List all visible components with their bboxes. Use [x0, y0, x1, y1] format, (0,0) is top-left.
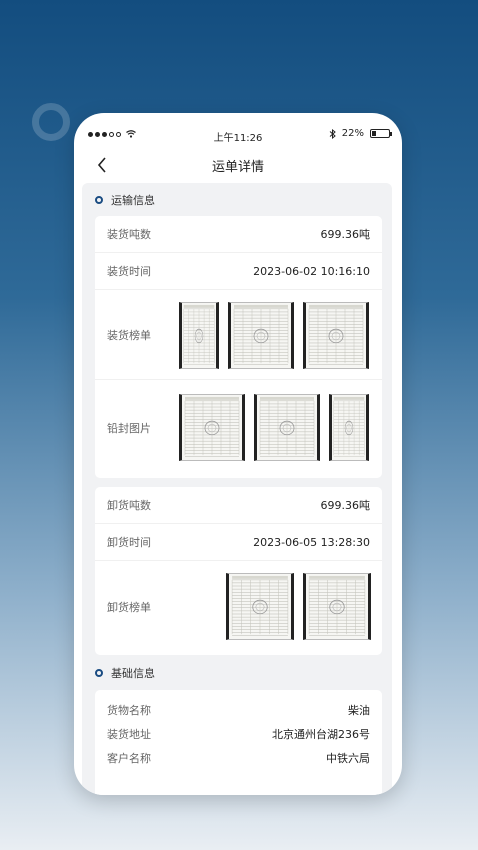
document-scan-image: [308, 575, 366, 636]
phone-frame: 上午11:26 22% 运单详情 运输信息 装货吨数 699.36吨 装货时间 …: [74, 113, 402, 795]
cargo-value: 柴油: [348, 704, 370, 717]
row-label: 装货地址: [107, 728, 151, 741]
load-time-value: 2023-06-02 10:16:10: [253, 264, 370, 278]
cargo-row: 货物名称 柴油: [95, 702, 382, 718]
customer-row: 客户名称 中铁六局: [95, 750, 382, 766]
page-title: 运单详情: [211, 160, 264, 175]
customer-value: 中铁六局: [326, 752, 370, 765]
document-scan-image: [231, 575, 289, 636]
section-transport-header: 运输信息: [82, 185, 392, 215]
battery-percent: 22%: [341, 128, 364, 139]
unload-time-row: 卸货时间 2023-06-05 13:28:30: [95, 524, 382, 561]
document-scan-image: [183, 304, 215, 365]
row-label: 货物名称: [107, 704, 151, 717]
load-card: 装货吨数 699.36吨 装货时间 2023-06-02 10:16:10 装货…: [95, 216, 382, 478]
section-marker-icon: [95, 669, 103, 677]
unload-tonnage-row: 卸货吨数 699.36吨: [95, 487, 382, 524]
detail-content[interactable]: 运输信息 装货吨数 699.36吨 装货时间 2023-06-02 10:16:…: [82, 183, 392, 795]
battery-icon: [370, 129, 392, 138]
unload-time-value: 2023-06-05 13:28:30: [253, 535, 370, 549]
row-label: 装货时间: [107, 265, 151, 278]
address-value: 北京通州台湖236号: [272, 728, 370, 741]
slip-photo[interactable]: [303, 573, 371, 640]
row-label: 卸货吨数: [107, 499, 151, 512]
section-marker-icon: [95, 196, 103, 204]
section-title: 基础信息: [111, 667, 155, 680]
unload-card: 卸货吨数 699.36吨 卸货时间 2023-06-05 13:28:30 卸货…: [95, 487, 382, 655]
row-label: 装货吨数: [107, 228, 151, 241]
row-label: 客户名称: [107, 752, 151, 765]
document-scan-image: [233, 304, 289, 365]
seal-photo[interactable]: [329, 394, 369, 461]
slip-photo[interactable]: [228, 302, 294, 369]
row-label: 卸货时间: [107, 536, 151, 549]
seal-photo-thumbs: [179, 394, 369, 461]
seal-photo[interactable]: [254, 394, 320, 461]
address-row: 装货地址 北京通州台湖236号: [95, 726, 382, 742]
basic-card: 货物名称 柴油 装货地址 北京通州台湖236号 客户名称 中铁六局: [95, 690, 382, 795]
unload-slip-thumbs: [226, 573, 371, 640]
slip-photo[interactable]: [226, 573, 294, 640]
load-tonnage-value: 699.36吨: [320, 228, 371, 241]
document-scan-image: [308, 304, 364, 365]
nav-bar: 运单详情: [74, 151, 402, 181]
row-label: 卸货榜单: [107, 601, 151, 614]
slip-photo[interactable]: [179, 302, 219, 369]
bluetooth-icon: [329, 128, 336, 139]
decorative-ring: [32, 103, 70, 141]
load-time-row: 装货时间 2023-06-02 10:16:10: [95, 253, 382, 290]
section-basic-header: 基础信息: [82, 658, 392, 688]
load-tonnage-row: 装货吨数 699.36吨: [95, 216, 382, 253]
section-title: 运输信息: [111, 194, 155, 207]
document-scan-image: [259, 396, 315, 457]
document-scan-image: [184, 396, 240, 457]
slip-photo[interactable]: [303, 302, 369, 369]
row-label: 铅封图片: [107, 421, 151, 435]
document-scan-image: [333, 396, 365, 457]
unload-tonnage-value: 699.36吨: [320, 499, 371, 512]
seal-photo[interactable]: [179, 394, 245, 461]
row-label: 装货榜单: [107, 328, 151, 342]
load-slip-thumbs: [179, 302, 369, 369]
